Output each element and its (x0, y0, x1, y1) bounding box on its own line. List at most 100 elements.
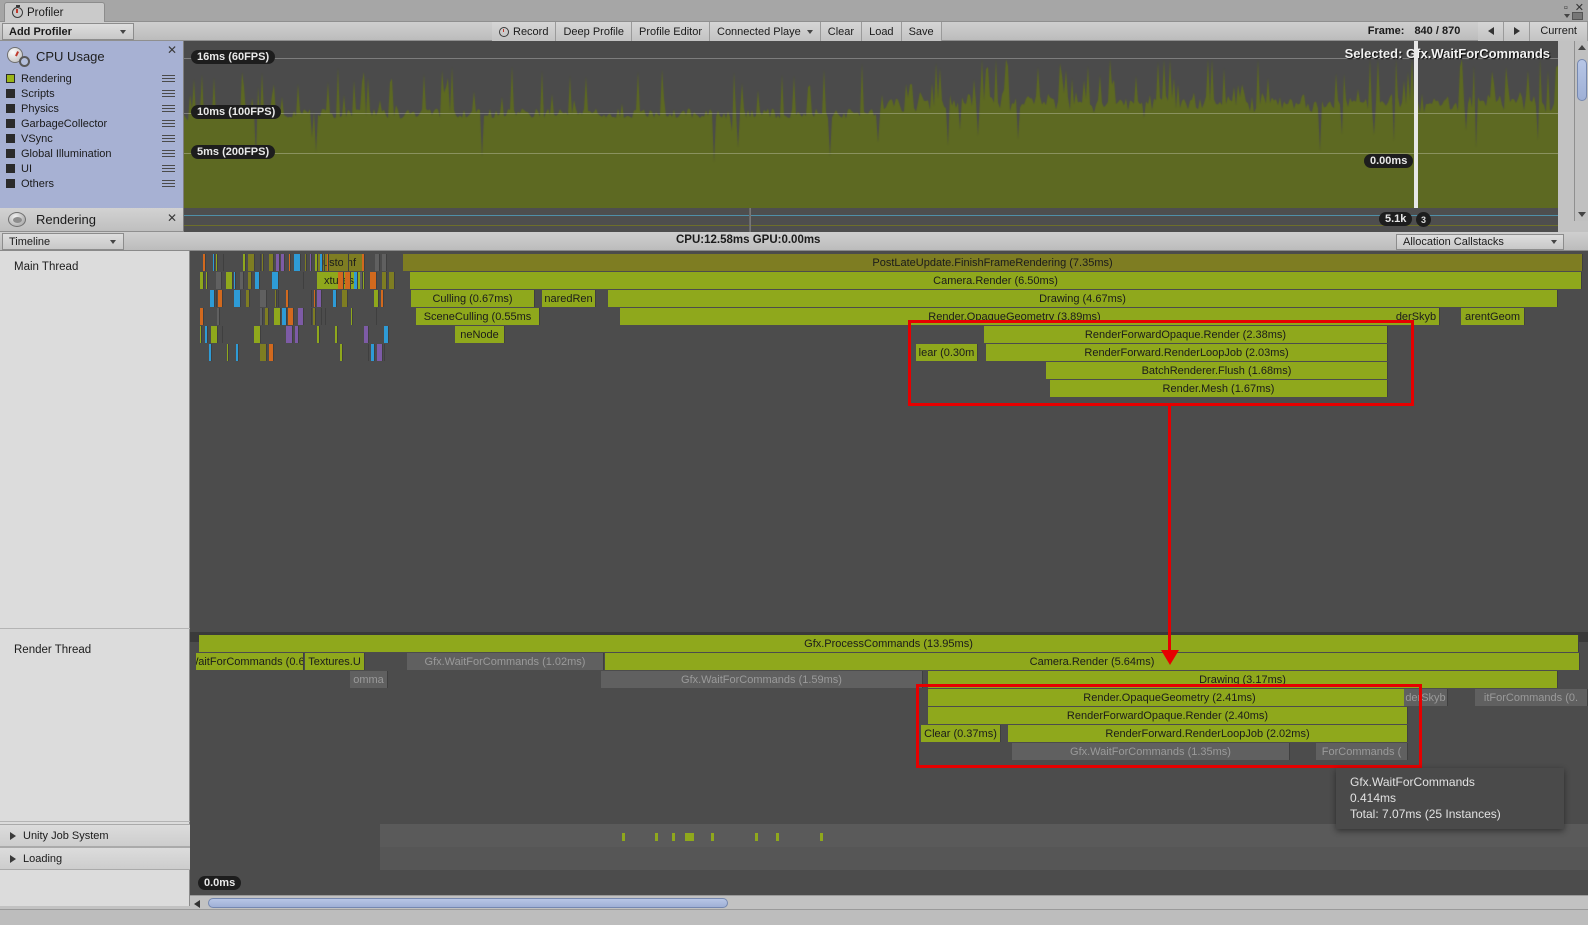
timeline-sample-bar[interactable] (234, 272, 236, 289)
timeline-sample-bar[interactable]: neNode (455, 326, 505, 343)
timeline-sample-bar[interactable] (321, 308, 322, 325)
scrollbar-thumb[interactable] (1577, 59, 1587, 101)
drag-handle-icon[interactable] (162, 150, 175, 157)
timeline-sample-bar[interactable]: lear (0.30m (916, 344, 978, 361)
timeline-sample-bar[interactable] (265, 308, 269, 325)
scroll-down-icon[interactable] (1578, 212, 1586, 217)
timeline-sample-bar[interactable] (200, 272, 204, 289)
drag-handle-icon[interactable] (162, 180, 175, 187)
timeline-sample-bar[interactable] (216, 290, 217, 307)
timeline-sample-bar[interactable] (368, 344, 369, 361)
next-frame-button[interactable] (1504, 21, 1531, 41)
timeline-sample-bar[interactable] (310, 254, 312, 271)
connected-player-dropdown[interactable]: Connected Playe (710, 22, 821, 41)
timeline-sample-bar[interactable] (216, 272, 222, 289)
thread-group-loading[interactable]: Loading (0, 847, 190, 870)
timeline-sample-bar[interactable] (320, 254, 323, 271)
timeline-sample-bar[interactable] (343, 254, 349, 271)
timeline-sample-bar[interactable] (376, 308, 377, 325)
cpu-legend-item[interactable]: Global Illumination (6, 146, 183, 161)
timeline-sample-bar[interactable]: derSkyb (1404, 689, 1448, 706)
timeline-sample-bar[interactable] (317, 290, 322, 307)
timeline-sample-bar[interactable] (278, 290, 279, 307)
timeline-sample-bar[interactable] (260, 308, 263, 325)
thread-group-job-system[interactable]: Unity Job System (0, 824, 190, 847)
cpu-usage-module[interactable]: CPU Usage ✕ Rendering Scripts Physics Garba… (0, 41, 184, 208)
timeline-sample-bar[interactable] (260, 254, 261, 271)
timeline-sample-bar[interactable] (327, 254, 329, 271)
timeline-sample-bar[interactable] (236, 344, 239, 361)
timeline-sample-bar[interactable] (218, 290, 223, 307)
timeline-sample-bar[interactable]: RenderForwardOpaque.Render (2.38ms) (984, 326, 1388, 343)
timeline-sample-bar[interactable] (272, 272, 279, 289)
timeline-sample-bar[interactable] (324, 254, 325, 271)
timeline-sample-bar[interactable] (275, 290, 277, 307)
timeline-sample-bar[interactable]: Camera.Render (6.50ms) (410, 272, 1582, 289)
timeline-sample-bar[interactable] (260, 290, 267, 307)
timeline-sample-bar[interactable] (360, 272, 363, 289)
timeline-sample-bar[interactable] (340, 344, 343, 361)
close-icon[interactable]: ✕ (167, 212, 177, 224)
timeline-sample-bar[interactable] (281, 254, 285, 271)
timeline-sample-bar[interactable] (200, 308, 204, 325)
timeline-sample-bar[interactable] (338, 272, 344, 289)
timeline-sample-bar[interactable] (234, 290, 241, 307)
prev-frame-button[interactable] (1478, 21, 1505, 41)
timeline-sample-bar[interactable]: Drawing (4.67ms) (608, 290, 1558, 307)
timeline-sample-bar[interactable] (269, 344, 274, 361)
timeline-sample-bar[interactable]: naredRen (542, 290, 596, 307)
timeline-sample-bar[interactable] (213, 254, 215, 271)
drag-handle-icon[interactable] (162, 120, 175, 127)
timeline-sample-bar[interactable] (276, 254, 280, 271)
timeline-sample-bar[interactable] (335, 326, 338, 343)
timeline-sample-bar[interactable] (362, 254, 365, 271)
record-button[interactable]: Record (492, 22, 557, 41)
timeline-sample-bar[interactable] (246, 290, 250, 307)
close-icon[interactable]: ✕ (167, 44, 177, 56)
timeline-sample-bar[interactable] (303, 272, 304, 289)
timeline-sample-bar[interactable] (313, 308, 316, 325)
timeline-sample-bar[interactable] (333, 290, 337, 307)
allocation-callstacks-dropdown[interactable]: Allocation Callstacks (1396, 234, 1564, 250)
timeline-sample-bar[interactable] (205, 326, 208, 343)
timeline-sample-bar[interactable] (305, 254, 307, 271)
timeline-sample-bar[interactable]: Culling (0.67ms) (411, 290, 535, 307)
timeline-sample-bar[interactable] (298, 308, 304, 325)
timeline-sample-bar[interactable] (286, 290, 289, 307)
timeline-sample-bar[interactable] (377, 344, 383, 361)
timeline-sample-bar[interactable]: derSkyb (1393, 308, 1440, 325)
timeline-sample-bar[interactable] (269, 254, 274, 271)
timeline-sample-bar[interactable] (374, 290, 379, 307)
timeline-sample-bar[interactable] (200, 326, 202, 343)
timeline-sample-bar[interactable] (315, 254, 318, 271)
rendering-module[interactable]: Rendering ✕ (0, 208, 184, 232)
timeline-sample-bar[interactable]: Render.Mesh (1.67ms) (1050, 380, 1388, 397)
timeline-sample-bar[interactable] (295, 326, 299, 343)
timeline-sample-bar[interactable] (389, 272, 395, 289)
timeline-sample-bar[interactable] (288, 308, 294, 325)
timeline-sample-bar[interactable] (260, 344, 267, 361)
timeline-sample-bar[interactable] (354, 272, 358, 289)
timeline-sample-bar[interactable]: Gfx.WaitForCommands (1.35ms) (1012, 743, 1290, 760)
drag-handle-icon[interactable] (162, 75, 175, 82)
timeline-sample-bar[interactable] (274, 308, 281, 325)
timeline-sample-bar[interactable] (311, 308, 312, 325)
timeline-sample-bar[interactable] (342, 290, 348, 307)
timeline-sample-bar[interactable] (382, 272, 387, 289)
timeline-sample-bar[interactable] (384, 344, 385, 361)
load-button[interactable]: Load (862, 22, 902, 41)
timeline-sample-bar[interactable]: Gfx.WaitForCommands (1.02ms) (407, 653, 604, 670)
timeline-sample-bar[interactable] (351, 308, 353, 325)
timeline-sample-bar[interactable] (294, 254, 301, 271)
timeline-sample-bar[interactable] (223, 254, 224, 271)
timeline-sample-bar[interactable] (364, 326, 369, 343)
timeline-sample-bar[interactable] (382, 254, 387, 271)
timeline-sample-bar[interactable] (216, 254, 218, 271)
timeline-sample-bar[interactable]: BatchRenderer.Flush (1.68ms) (1046, 362, 1388, 379)
timeline-sample-bar[interactable]: Camera.Render (5.64ms) (605, 653, 1580, 670)
panel-menu[interactable] (1564, 12, 1583, 20)
scrollbar-thumb[interactable] (208, 898, 728, 908)
timeline-sample-bar[interactable] (345, 272, 351, 289)
cpu-legend-item[interactable]: Physics (6, 101, 183, 116)
thread-label-main[interactable]: Main Thread (0, 257, 190, 273)
